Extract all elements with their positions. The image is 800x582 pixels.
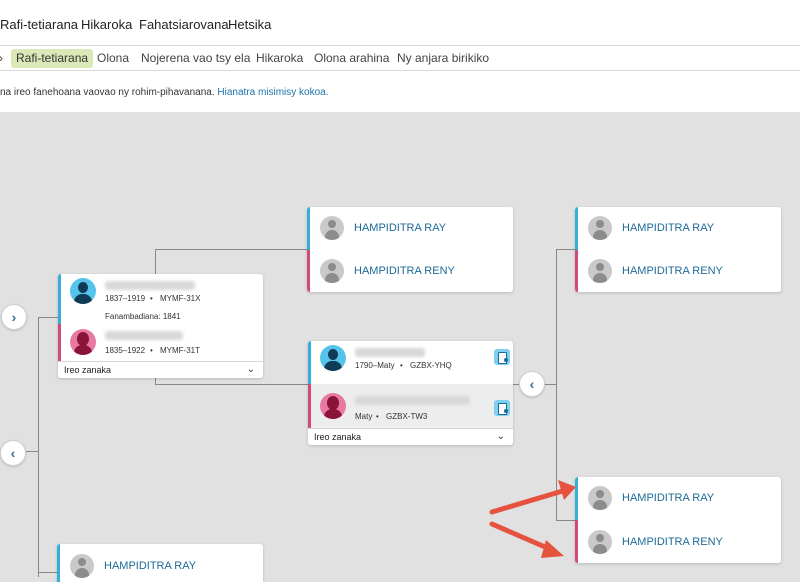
separator: • <box>376 412 379 421</box>
notice-text: na ireo fanehoana vaovao ny rohim-pihava… <box>0 87 218 98</box>
record-task-icon[interactable] <box>494 349 510 365</box>
chevron-down-icon: ⌄ <box>246 364 255 375</box>
sub-navigation: › Rafi-tetiarana Olona Nojerena vao tsy … <box>0 46 800 71</box>
add-father-link[interactable]: HAMPIDITRA RAY <box>622 492 714 504</box>
add-mother-link[interactable]: HAMPIDITRA RENY <box>622 265 723 277</box>
redacted-name <box>105 331 183 340</box>
couple-card-center: 1790–Maty • GZBX-YHQ Maty • GZBX-TW3 Ire… <box>308 341 513 445</box>
husband-dates: 1837–1919 <box>105 294 146 303</box>
subnav-tab-people[interactable]: Olona <box>92 49 134 68</box>
subnav-tab-recent[interactable]: Nojerena vao tsy ela <box>136 49 255 68</box>
connector-line <box>38 317 58 318</box>
add-mother-link[interactable]: HAMPIDITRA RENY <box>354 265 455 277</box>
add-mother-row[interactable]: HAMPIDITRA RENY <box>575 250 781 292</box>
separator: • <box>150 346 153 355</box>
parents-card-upper: HAMPIDITRA RAY HAMPIDITRA RENY <box>307 207 513 292</box>
annotation-arrow-icon <box>489 480 576 558</box>
parents-card-right-lower: HAMPIDITRA RAY HAMPIDITRA RENY <box>575 477 781 563</box>
subnav-tab-search[interactable]: Hikaroka <box>251 49 308 68</box>
expand-left-button[interactable]: ‹ <box>519 371 545 397</box>
husband-id: MYMF-31X <box>160 294 201 303</box>
wife-id: MYMF-31T <box>160 346 200 355</box>
learn-more-link[interactable]: Hianatra misimisy kokoa. <box>217 87 328 98</box>
redacted-name <box>355 348 425 357</box>
add-father-row[interactable]: HAMPIDITRA RAY <box>575 477 781 520</box>
connector-line <box>38 317 39 577</box>
parents-card-right-upper: HAMPIDITRA RAY HAMPIDITRA RENY <box>575 207 781 292</box>
add-father-row[interactable]: HAMPIDITRA RAY <box>575 207 781 250</box>
topnav-item-search[interactable]: Hikaroka <box>81 17 132 32</box>
person-placeholder-icon <box>588 486 612 510</box>
expand-left-button[interactable]: ‹ <box>0 440 26 466</box>
children-label: Ireo zanaka <box>64 365 112 375</box>
wife-row[interactable]: Maty • GZBX-TW3 <box>308 384 513 428</box>
connector-line <box>26 451 39 452</box>
female-avatar-icon <box>70 329 96 355</box>
wife-row[interactable]: 1835–1922 • MYMF-31T <box>58 324 263 361</box>
subnav-tab-following[interactable]: Olona arahina <box>309 49 394 68</box>
redacted-name <box>105 281 195 290</box>
chevron-left-icon: ‹ <box>10 445 16 461</box>
add-mother-row[interactable]: HAMPIDITRA RENY <box>307 250 513 292</box>
chevron-left-icon: ‹ <box>529 376 535 392</box>
person-placeholder-icon <box>320 259 344 283</box>
person-placeholder-icon <box>320 216 344 240</box>
subnav-lead-chevron: › <box>0 49 8 68</box>
tree-canvas[interactable]: › ‹ ‹ 1837–1919 • MYMF-31X Fanambadiana:… <box>0 112 800 582</box>
topnav-item-activities[interactable]: Hetsika <box>228 17 271 32</box>
person-placeholder-icon <box>588 530 612 554</box>
connector-line <box>38 572 58 573</box>
wife-dates: Maty <box>355 412 373 421</box>
top-navigation: Rafi-tetiarana Hikaroka Fahatsiarovana H… <box>0 0 800 46</box>
add-mother-link[interactable]: HAMPIDITRA RENY <box>622 536 723 548</box>
male-avatar-icon <box>320 345 346 371</box>
add-father-link[interactable]: HAMPIDITRA RAY <box>622 222 714 234</box>
topnav-item-memories[interactable]: Fahatsiarovana <box>139 17 229 32</box>
separator: • <box>150 294 153 303</box>
husband-dates: 1790–Maty <box>355 361 395 370</box>
subnav-tab-contributions[interactable]: Ny anjara birikiko <box>392 49 494 68</box>
separator: • <box>400 361 403 370</box>
connector-line <box>155 249 156 274</box>
male-avatar-icon <box>70 278 96 304</box>
subnav-tab-tree[interactable]: Rafi-tetiarana <box>11 49 94 68</box>
add-father-row[interactable]: HAMPIDITRA RAY <box>57 544 263 582</box>
person-placeholder-icon <box>588 259 612 283</box>
children-label: Ireo zanaka <box>314 432 362 442</box>
chevron-down-icon: ⌄ <box>496 431 505 442</box>
wife-dates: 1835–1922 <box>105 346 146 355</box>
children-dropdown[interactable]: Ireo zanaka ⌄ <box>308 428 513 445</box>
husband-row[interactable]: 1790–Maty • GZBX-YHQ <box>308 341 513 384</box>
husband-id: GZBX-YHQ <box>410 361 452 370</box>
person-placeholder-icon <box>588 216 612 240</box>
chevron-right-icon: › <box>11 309 17 325</box>
add-mother-row[interactable]: HAMPIDITRA RENY <box>575 520 781 563</box>
children-dropdown[interactable]: Ireo zanaka ⌄ <box>58 361 263 378</box>
info-notice: na ireo fanehoana vaovao ny rohim-pihava… <box>0 71 800 112</box>
redacted-name <box>355 396 470 405</box>
topnav-item-tree[interactable]: Rafi-tetiarana <box>0 17 78 32</box>
expand-right-button[interactable]: › <box>1 304 27 330</box>
add-father-row[interactable]: HAMPIDITRA RAY <box>307 207 513 250</box>
person-placeholder-icon <box>70 554 94 578</box>
marriage-info: Fanambadiana: 1841 <box>105 312 181 321</box>
connector-line <box>155 384 308 385</box>
parents-card-bottom: HAMPIDITRA RAY <box>57 544 263 582</box>
connector-line <box>155 249 308 250</box>
add-father-link[interactable]: HAMPIDITRA RAY <box>354 222 446 234</box>
couple-card-left: 1837–1919 • MYMF-31X Fanambadiana: 1841 … <box>58 274 263 378</box>
female-avatar-icon <box>320 393 346 419</box>
wife-id: GZBX-TW3 <box>386 412 428 421</box>
husband-row[interactable]: 1837–1919 • MYMF-31X Fanambadiana: 1841 <box>58 274 263 324</box>
record-task-icon[interactable] <box>494 400 510 416</box>
add-father-link[interactable]: HAMPIDITRA RAY <box>104 560 196 572</box>
